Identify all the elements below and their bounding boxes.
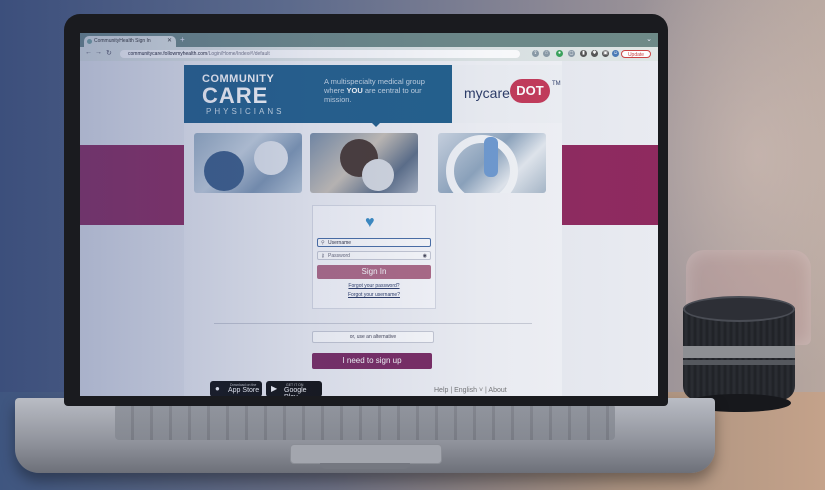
photo-figure [484,137,498,177]
url-host: communitycare.followmyhealth.com [128,51,208,57]
web-page: COMMUNITY CARE PHYSICIANS A multispecial… [80,61,658,396]
address-bar[interactable]: communitycare.followmyhealth.com/Login/H… [120,50,520,58]
banner-pointer [371,122,381,127]
play-icon: ▶ [271,384,278,393]
header-banner: COMMUNITY CARE PHYSICIANS A multispecial… [184,65,562,127]
laptop-base [15,398,715,473]
laptop-screen: CommunityHealth Sign In ✕ + ⌄ ← → ↻ comm… [80,33,658,396]
photo-figure [362,159,394,191]
password-placeholder: Password [328,253,350,259]
password-input[interactable]: ⚷ Password ◉ [317,251,431,260]
forward-arrow-icon[interactable]: → [95,49,102,56]
extension-green-icon[interactable]: ● [556,50,563,57]
key-icon: ⚷ [321,253,325,259]
browser-tabstrip: CommunityHealth Sign In ✕ + ⌄ [80,33,658,47]
profile-icon[interactable]: ☺ [612,50,619,57]
footer-links[interactable]: Help | English ˅ | About [434,387,507,394]
reload-icon[interactable]: ↻ [106,49,112,57]
lens-ring [683,346,795,358]
app-store-badge[interactable]: ● Download on the App Store [210,381,262,396]
google-play-badge[interactable]: ▶ GET IT ON Google Play [266,381,322,396]
sidebar-icon[interactable]: ▣ [602,50,609,57]
puzzle-icon[interactable]: ✱ [591,50,598,57]
brand-tm: TM [552,81,561,87]
brand-logo: mycare DOT TM [452,65,562,123]
lens-cap [683,296,795,322]
right-accent-band [562,145,658,225]
browser-tab[interactable]: CommunityHealth Sign In ✕ [84,36,176,47]
section-divider [214,323,532,324]
keyboard [115,404,615,440]
forgot-username-link[interactable]: Forgot your username? [313,292,435,298]
tab-title: CommunityHealth Sign In [94,38,151,44]
username-input[interactable]: ⚲ Username [317,238,431,247]
username-placeholder: Username [328,240,352,246]
logo-care: CARE [202,83,269,108]
tab-menu-icon[interactable]: ⌄ [646,35,652,43]
brand-dot: DOT [510,79,550,103]
share-icon[interactable]: ⇪ [532,50,539,57]
banner-tagline: A multispecialty medical group where YOU… [324,77,425,104]
bookmark-icon[interactable]: ▮ [580,50,587,57]
logo-physicians: PHYSICIANS [206,107,285,116]
back-arrow-icon[interactable]: ← [85,49,92,56]
photo-figure [204,151,244,191]
login-card: ♥ ⚲ Username ⚷ Password ◉ Sign In Forgot… [312,205,436,309]
lid-notch [320,463,410,469]
camera-lens [683,296,795,414]
url-path: /Login/Home/Index#!/default [207,51,270,57]
forgot-password-link[interactable]: Forgot your password? [313,283,435,289]
sign-in-button[interactable]: Sign In [317,265,431,279]
banner-logo-area: COMMUNITY CARE PHYSICIANS A multispecial… [184,65,452,123]
app-store-label: App Store [228,387,260,394]
hero-photo-imaging [438,133,546,193]
apple-icon: ● [215,384,220,393]
update-button[interactable]: Update [621,50,651,58]
trackpad [290,444,442,464]
page-content: COMMUNITY CARE PHYSICIANS A multispecial… [184,61,562,396]
show-password-icon[interactable]: ◉ [423,252,427,261]
photo-figure [254,141,288,175]
extension-icon[interactable]: ◻ [568,50,575,57]
heart-logo-icon: ♥ [365,214,375,231]
new-tab-button[interactable]: + [180,35,185,44]
brand-mycare: mycare [464,85,510,101]
star-icon[interactable]: ☆ [543,50,550,57]
tab-close-icon[interactable]: ✕ [167,36,172,47]
tab-favicon-icon [87,39,92,44]
hero-photo-clinic [194,133,302,193]
hero-photo-family [310,133,418,193]
browser-toolbar: ← → ↻ communitycare.followmyhealth.com/L… [80,47,658,61]
google-play-label: Google Play [284,387,307,396]
sign-up-button[interactable]: I need to sign up [312,353,432,369]
photo-scanner [446,135,518,193]
lens-ring-dark [683,360,795,365]
user-icon: ⚲ [321,240,325,246]
left-accent-band [80,145,184,225]
alternative-login-button[interactable]: or, use an alternative [312,331,434,343]
